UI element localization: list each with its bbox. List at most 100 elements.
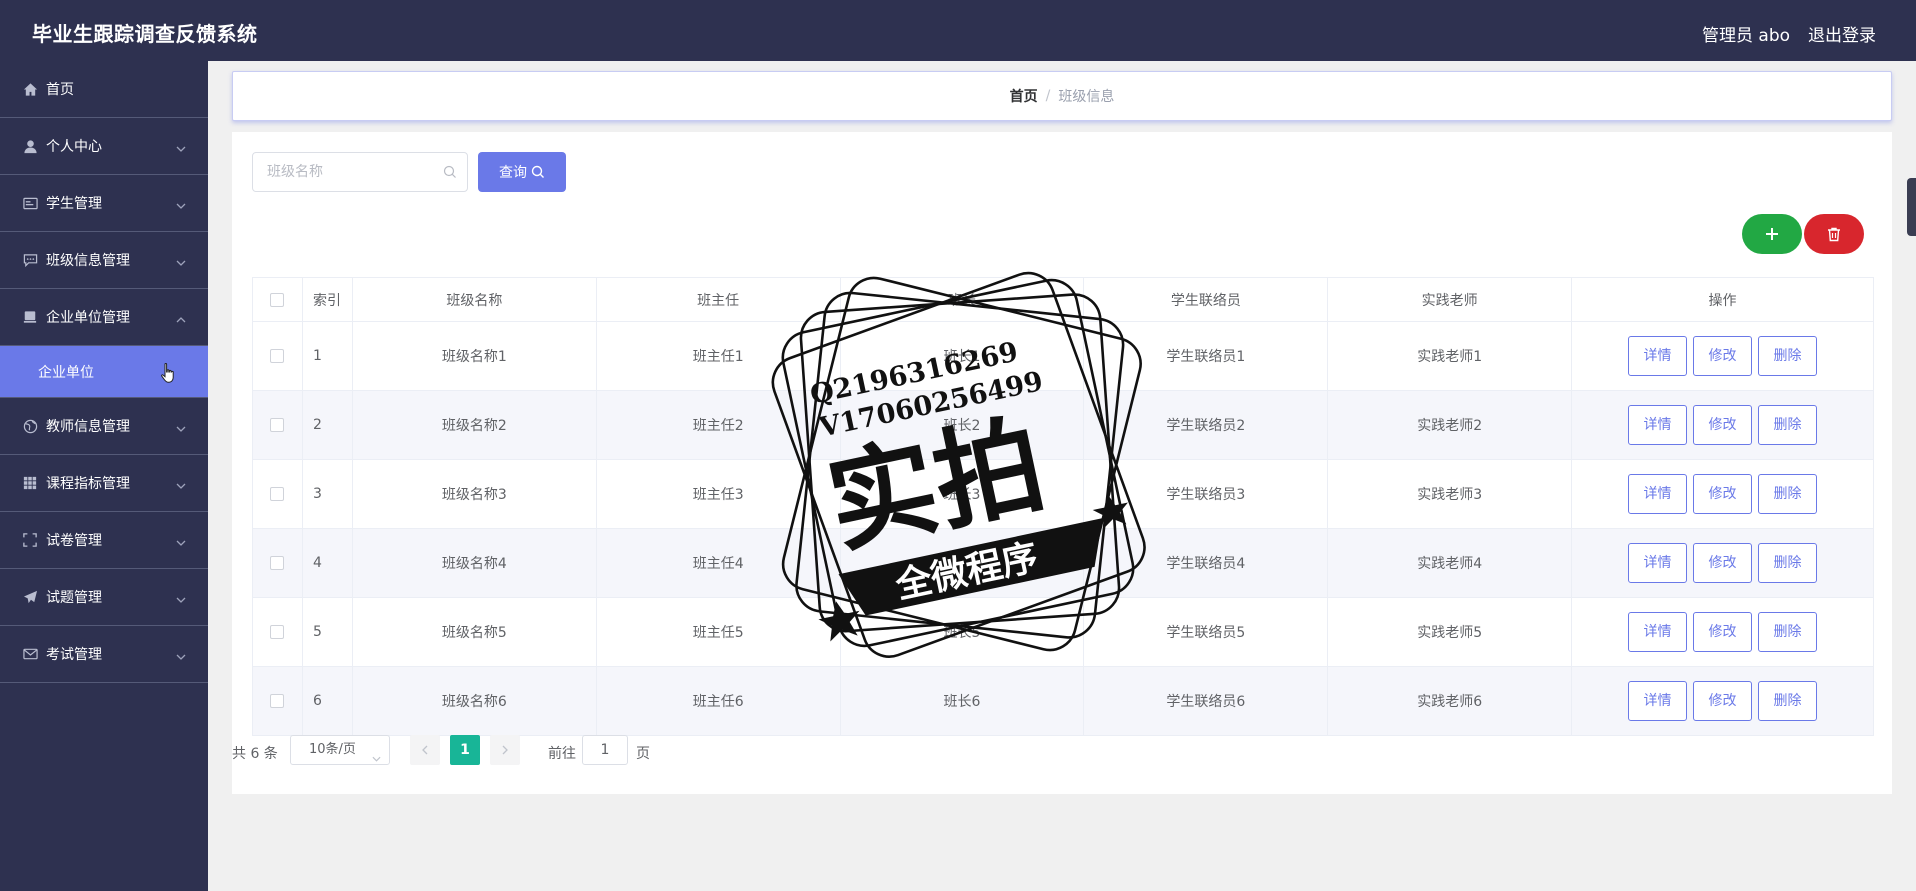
top-header: 毕业生跟踪调查反馈系统 管理员 abo 退出登录 <box>0 0 1916 61</box>
column-header: 实践老师 <box>1327 277 1573 322</box>
select-all-cell[interactable] <box>252 277 303 322</box>
sidebar-item-students[interactable]: 学生管理 <box>0 175 208 232</box>
select-all-checkbox[interactable] <box>270 292 285 307</box>
building-icon <box>22 309 38 325</box>
cell-class-name: 班级名称4 <box>351 528 597 598</box>
row-select-cell[interactable] <box>252 321 303 391</box>
edit-button[interactable]: 修改 <box>1693 543 1753 583</box>
globe-icon <box>22 418 38 434</box>
delete-button[interactable]: 删除 <box>1758 405 1818 445</box>
class-name-search-field[interactable] <box>252 152 468 192</box>
page-size-value: 10条/页 <box>309 742 356 757</box>
row-select-cell[interactable] <box>252 390 303 460</box>
detail-button[interactable]: 详情 <box>1628 612 1688 652</box>
cell-practice-teacher: 实践老师3 <box>1327 459 1573 529</box>
grid-icon <box>22 475 38 491</box>
sidebar-item-label: 试题管理 <box>46 590 102 606</box>
row-checkbox[interactable] <box>270 487 285 501</box>
cell-liaison: 学生联络员6 <box>1083 666 1329 736</box>
chevron-up-icon <box>176 311 186 327</box>
row-select-cell[interactable] <box>252 597 303 667</box>
scan-icon <box>22 532 38 548</box>
page-number-active[interactable]: 1 <box>450 735 480 765</box>
batch-delete-button[interactable] <box>1804 214 1864 254</box>
cell-monitor: 班长3 <box>839 459 1085 529</box>
row-checkbox[interactable] <box>270 556 285 570</box>
sidebar-item-exams[interactable]: 考试管理 <box>0 626 208 683</box>
detail-button[interactable]: 详情 <box>1628 681 1688 721</box>
sidebar-item-label: 试卷管理 <box>46 533 102 549</box>
breadcrumb: 首页 / 班级信息 <box>232 71 1892 121</box>
cell-index: 2 <box>301 390 353 460</box>
sidebar-item-papers[interactable]: 试卷管理 <box>0 512 208 569</box>
cell-actions: 详情 修改 删除 <box>1571 459 1874 529</box>
breadcrumb-separator: / <box>1045 88 1051 104</box>
side-scroll-handle[interactable] <box>1907 178 1916 236</box>
delete-button[interactable]: 删除 <box>1758 612 1818 652</box>
chevron-left-icon <box>422 745 428 755</box>
pagination-total: 共 6 条 <box>232 746 278 762</box>
cell-monitor: 班长1 <box>839 321 1085 391</box>
row-checkbox[interactable] <box>270 625 285 639</box>
row-checkbox[interactable] <box>270 418 285 432</box>
sidebar-item-label: 班级信息管理 <box>46 253 130 269</box>
sidebar-item-teachers[interactable]: 教师信息管理 <box>0 398 208 455</box>
breadcrumb-home[interactable]: 首页 <box>1010 86 1038 106</box>
plus-icon <box>1766 228 1778 240</box>
edit-button[interactable]: 修改 <box>1693 336 1753 376</box>
add-button[interactable] <box>1742 214 1802 254</box>
cell-index: 5 <box>301 597 353 667</box>
delete-button[interactable]: 删除 <box>1758 681 1818 721</box>
delete-button[interactable]: 删除 <box>1758 474 1818 514</box>
cell-actions: 详情 修改 删除 <box>1571 390 1874 460</box>
row-checkbox[interactable] <box>270 694 285 708</box>
edit-button[interactable]: 修改 <box>1693 405 1753 445</box>
search-input[interactable] <box>253 153 433 191</box>
column-header: 班主任 <box>595 277 841 322</box>
current-user: 管理员 abo <box>1702 26 1791 46</box>
cell-head-teacher: 班主任5 <box>595 597 841 667</box>
sidebar-item-course[interactable]: 课程指标管理 <box>0 455 208 512</box>
logout-link[interactable]: 退出登录 <box>1808 21 1876 46</box>
sidebar-item-label: 个人中心 <box>46 139 102 155</box>
sidebar-item-class-info[interactable]: 班级信息管理 <box>0 232 208 289</box>
chat-icon <box>22 252 38 268</box>
cell-liaison: 学生联络员5 <box>1083 597 1329 667</box>
chevron-down-icon <box>176 254 186 270</box>
search-button[interactable]: 查询 <box>478 152 566 192</box>
sidebar-subitem-label: 企业单位 <box>38 364 94 381</box>
edit-button[interactable]: 修改 <box>1693 681 1753 721</box>
cell-practice-teacher: 实践老师4 <box>1327 528 1573 598</box>
edit-button[interactable]: 修改 <box>1693 612 1753 652</box>
chevron-down-icon <box>176 648 186 664</box>
table-row: 2 班级名称2 班主任2 班长2 学生联络员2 实践老师2 详情 修改 删除 <box>252 390 1874 460</box>
row-select-cell[interactable] <box>252 459 303 529</box>
cell-head-teacher: 班主任3 <box>595 459 841 529</box>
table-header-row: 索引 班级名称 班主任 班长 学生联络员 实践老师 操作 <box>252 277 1874 322</box>
detail-button[interactable]: 详情 <box>1628 336 1688 376</box>
row-checkbox[interactable] <box>270 349 285 363</box>
sidebar-subitem-enterprise-unit[interactable]: 企业单位 <box>0 346 208 398</box>
cell-liaison: 学生联络员1 <box>1083 321 1329 391</box>
sidebar-item-enterprise[interactable]: 企业单位管理 <box>0 289 208 346</box>
mail-icon <box>22 646 38 662</box>
edit-button[interactable]: 修改 <box>1693 474 1753 514</box>
sidebar-item-questions[interactable]: 试题管理 <box>0 569 208 626</box>
detail-button[interactable]: 详情 <box>1628 543 1688 583</box>
sidebar-item-home[interactable]: 首页 <box>0 61 208 118</box>
sidebar-item-label: 考试管理 <box>46 647 102 663</box>
cell-class-name: 班级名称2 <box>351 390 597 460</box>
goto-page-input[interactable]: 1 <box>582 735 628 765</box>
row-select-cell[interactable] <box>252 528 303 598</box>
next-page-button[interactable] <box>490 735 520 765</box>
chevron-right-icon <box>502 745 508 755</box>
page-size-select[interactable]: 10条/页 <box>290 735 390 765</box>
delete-button[interactable]: 删除 <box>1758 336 1818 376</box>
cell-class-name: 班级名称5 <box>351 597 597 667</box>
prev-page-button[interactable] <box>410 735 440 765</box>
sidebar-item-personal[interactable]: 个人中心 <box>0 118 208 175</box>
detail-button[interactable]: 详情 <box>1628 474 1688 514</box>
delete-button[interactable]: 删除 <box>1758 543 1818 583</box>
row-select-cell[interactable] <box>252 666 303 736</box>
detail-button[interactable]: 详情 <box>1628 405 1688 445</box>
